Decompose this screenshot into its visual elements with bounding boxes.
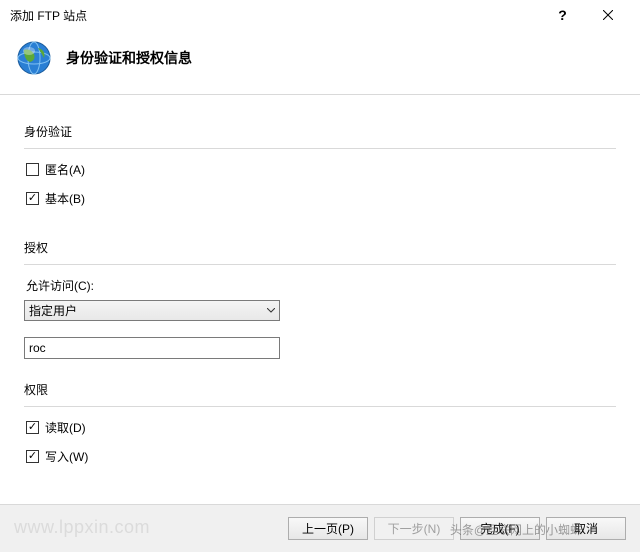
close-button[interactable]: [585, 0, 630, 30]
globe-icon: [16, 40, 52, 76]
basic-checkbox[interactable]: [26, 192, 39, 205]
write-checkbox-row[interactable]: 写入(W): [26, 448, 616, 465]
next-button: 下一步(N): [374, 517, 454, 540]
content-area: 身份验证 匿名(A) 基本(B) 授权 允许访问(C): 指定用户 权限 读取(…: [0, 95, 640, 487]
read-checkbox[interactable]: [26, 421, 39, 434]
section-rule: [24, 264, 616, 265]
finish-button[interactable]: 完成(F): [460, 517, 540, 540]
dialog-header: 身份验证和授权信息: [0, 30, 640, 94]
basic-label: 基本(B): [45, 190, 85, 207]
write-label: 写入(W): [45, 448, 88, 465]
anonymous-checkbox[interactable]: [26, 163, 39, 176]
select-value: 指定用户: [29, 302, 77, 319]
permissions-title: 权限: [24, 381, 616, 398]
close-icon: [603, 10, 613, 20]
cancel-button[interactable]: 取消: [546, 517, 626, 540]
read-label: 读取(D): [45, 419, 86, 436]
authorization-section: 授权 允许访问(C): 指定用户 权限 读取(D) 写入(W): [24, 239, 616, 465]
section-rule: [24, 406, 616, 407]
allow-access-label: 允许访问(C):: [26, 277, 616, 294]
allow-access-select[interactable]: 指定用户: [24, 300, 280, 321]
anonymous-checkbox-row[interactable]: 匿名(A): [26, 161, 616, 178]
prev-button[interactable]: 上一页(P): [288, 517, 368, 540]
basic-checkbox-row[interactable]: 基本(B): [26, 190, 616, 207]
write-checkbox[interactable]: [26, 450, 39, 463]
auth-section-title: 身份验证: [24, 123, 616, 140]
section-rule: [24, 148, 616, 149]
titlebar: 添加 FTP 站点 ?: [0, 0, 640, 30]
window-title: 添加 FTP 站点: [10, 7, 540, 24]
anonymous-label: 匿名(A): [45, 161, 85, 178]
page-title: 身份验证和授权信息: [66, 48, 192, 68]
read-checkbox-row[interactable]: 读取(D): [26, 419, 616, 436]
authz-section-title: 授权: [24, 239, 616, 256]
watermark: www.lppxin.com: [14, 517, 150, 538]
user-input[interactable]: [24, 337, 280, 359]
help-button[interactable]: ?: [540, 0, 585, 30]
